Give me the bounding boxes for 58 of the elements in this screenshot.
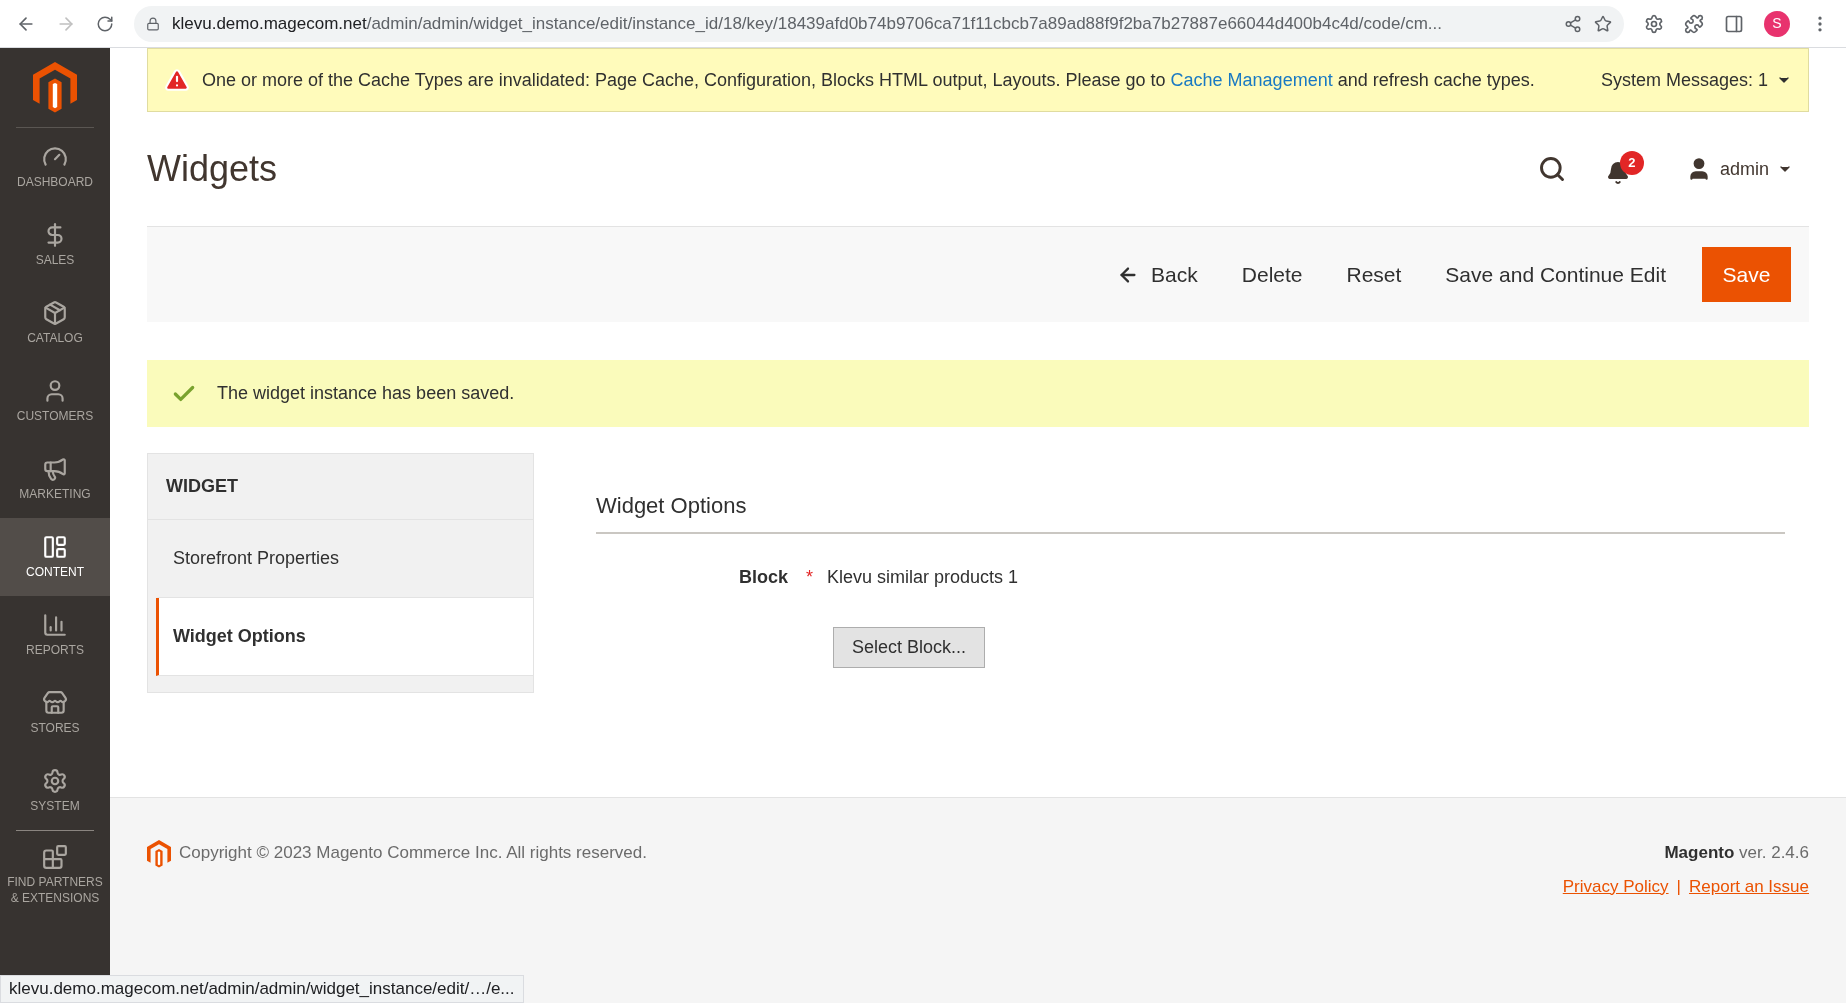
link-separator: | [1676, 875, 1681, 898]
blocks-icon [42, 844, 68, 870]
tab-item[interactable]: Widget Options [156, 598, 533, 676]
logo-icon [147, 840, 171, 868]
sidebar-item[interactable]: DASHBOARD [0, 128, 110, 206]
select-block-button[interactable]: Select Block... [833, 627, 985, 668]
sidebar-item[interactable]: SYSTEM [0, 752, 110, 830]
address-bar[interactable]: klevu.demo.magecom.net/admin/admin/widget_instance/edit/instance_id/18/key/18439afd0b74b9706ca71f11cbcb7a89ad88f9f2ba7b27887e66044d400b4c4d/code/cm... [134, 5, 1624, 42]
section-title: Widget Options [596, 489, 1785, 534]
sidebar-item[interactable]: CONTENT [0, 518, 110, 596]
settings-icon [42, 768, 68, 794]
sidebar-item[interactable]: CATALOG [0, 284, 110, 362]
megaphone-icon [42, 456, 68, 482]
puzzle-icon[interactable] [1684, 13, 1704, 34]
sidebar-item[interactable]: FIND PARTNERS & EXTENSIONS [0, 831, 110, 919]
sidebar-item[interactable]: REPORTS [0, 596, 110, 674]
message-text: One or more of the Cache Types are invalidated: Page Cache, Configuration, Blocks HTML output, Layouts. Please go to Cache Management and refresh cache types. [202, 68, 1536, 92]
search-icon[interactable] [1537, 155, 1566, 183]
store-icon [42, 690, 68, 716]
reset-button[interactable]: Reset [1330, 250, 1418, 299]
sidebar-item[interactable]: SALES [0, 206, 110, 284]
status-bar: klevu.demo.magecom.net/admin/admin/widget_instance/edit/…/e... [0, 975, 524, 1003]
logo-icon [33, 62, 77, 113]
sidebar-item[interactable]: STORES [0, 674, 110, 752]
layout-icon [42, 534, 68, 560]
box-icon [42, 300, 68, 326]
save-button[interactable]: Save [1702, 247, 1791, 302]
bell-icon [1605, 161, 1630, 185]
required-icon: * [796, 564, 823, 591]
sidebar-item[interactable]: CUSTOMERS [0, 362, 110, 440]
profile-avatar[interactable]: S [1764, 10, 1790, 37]
delete-button[interactable]: Delete [1225, 250, 1319, 299]
cache-management-link[interactable]: Cache Management [1170, 69, 1333, 90]
reload-icon[interactable] [96, 14, 114, 33]
notifications-button[interactable]: 2 [1605, 151, 1646, 187]
url-text: klevu.demo.magecom.net/admin/admin/widget_instance/edit/instance_id/18/key/18439afd0b74b9706ca71f11cbcb7a89ad88f9f2ba7b27887e66044d400b4c4d/code/cm... [172, 12, 1443, 35]
side-panel-icon[interactable] [1724, 13, 1744, 34]
page-title: Widgets [147, 147, 279, 191]
copyright-text: Copyright © 2023 Magento Commerce Inc. All rights reserved. [179, 842, 647, 864]
warning-icon [164, 67, 190, 93]
sidebar-item[interactable]: MARKETING [0, 440, 110, 518]
footer-link[interactable]: Privacy Policy [1562, 873, 1669, 899]
notification-count: 2 [1619, 151, 1644, 175]
back-button[interactable]: Back [1101, 250, 1214, 299]
field-label: Block [737, 566, 789, 589]
user-menu[interactable]: admin [1685, 155, 1793, 183]
star-icon[interactable] [1594, 14, 1612, 33]
extension-icon[interactable] [1644, 13, 1664, 34]
share-icon[interactable] [1564, 14, 1582, 33]
save-and-continue-button[interactable]: Save and Continue Edit [1429, 250, 1682, 299]
success-text: The widget instance has been saved. [217, 382, 515, 405]
system-messages-toggle[interactable]: System Messages: 1 [1600, 66, 1792, 94]
bar-chart-icon [42, 612, 68, 638]
version-text: Magento ver. 2.4.6 [1664, 842, 1809, 864]
field-value: Klevu similar products 1 [827, 566, 1019, 589]
footer-link[interactable]: Report an Issue [1689, 873, 1809, 899]
tabs-group-title: WIDGET [148, 454, 533, 520]
lock-icon [146, 16, 160, 31]
